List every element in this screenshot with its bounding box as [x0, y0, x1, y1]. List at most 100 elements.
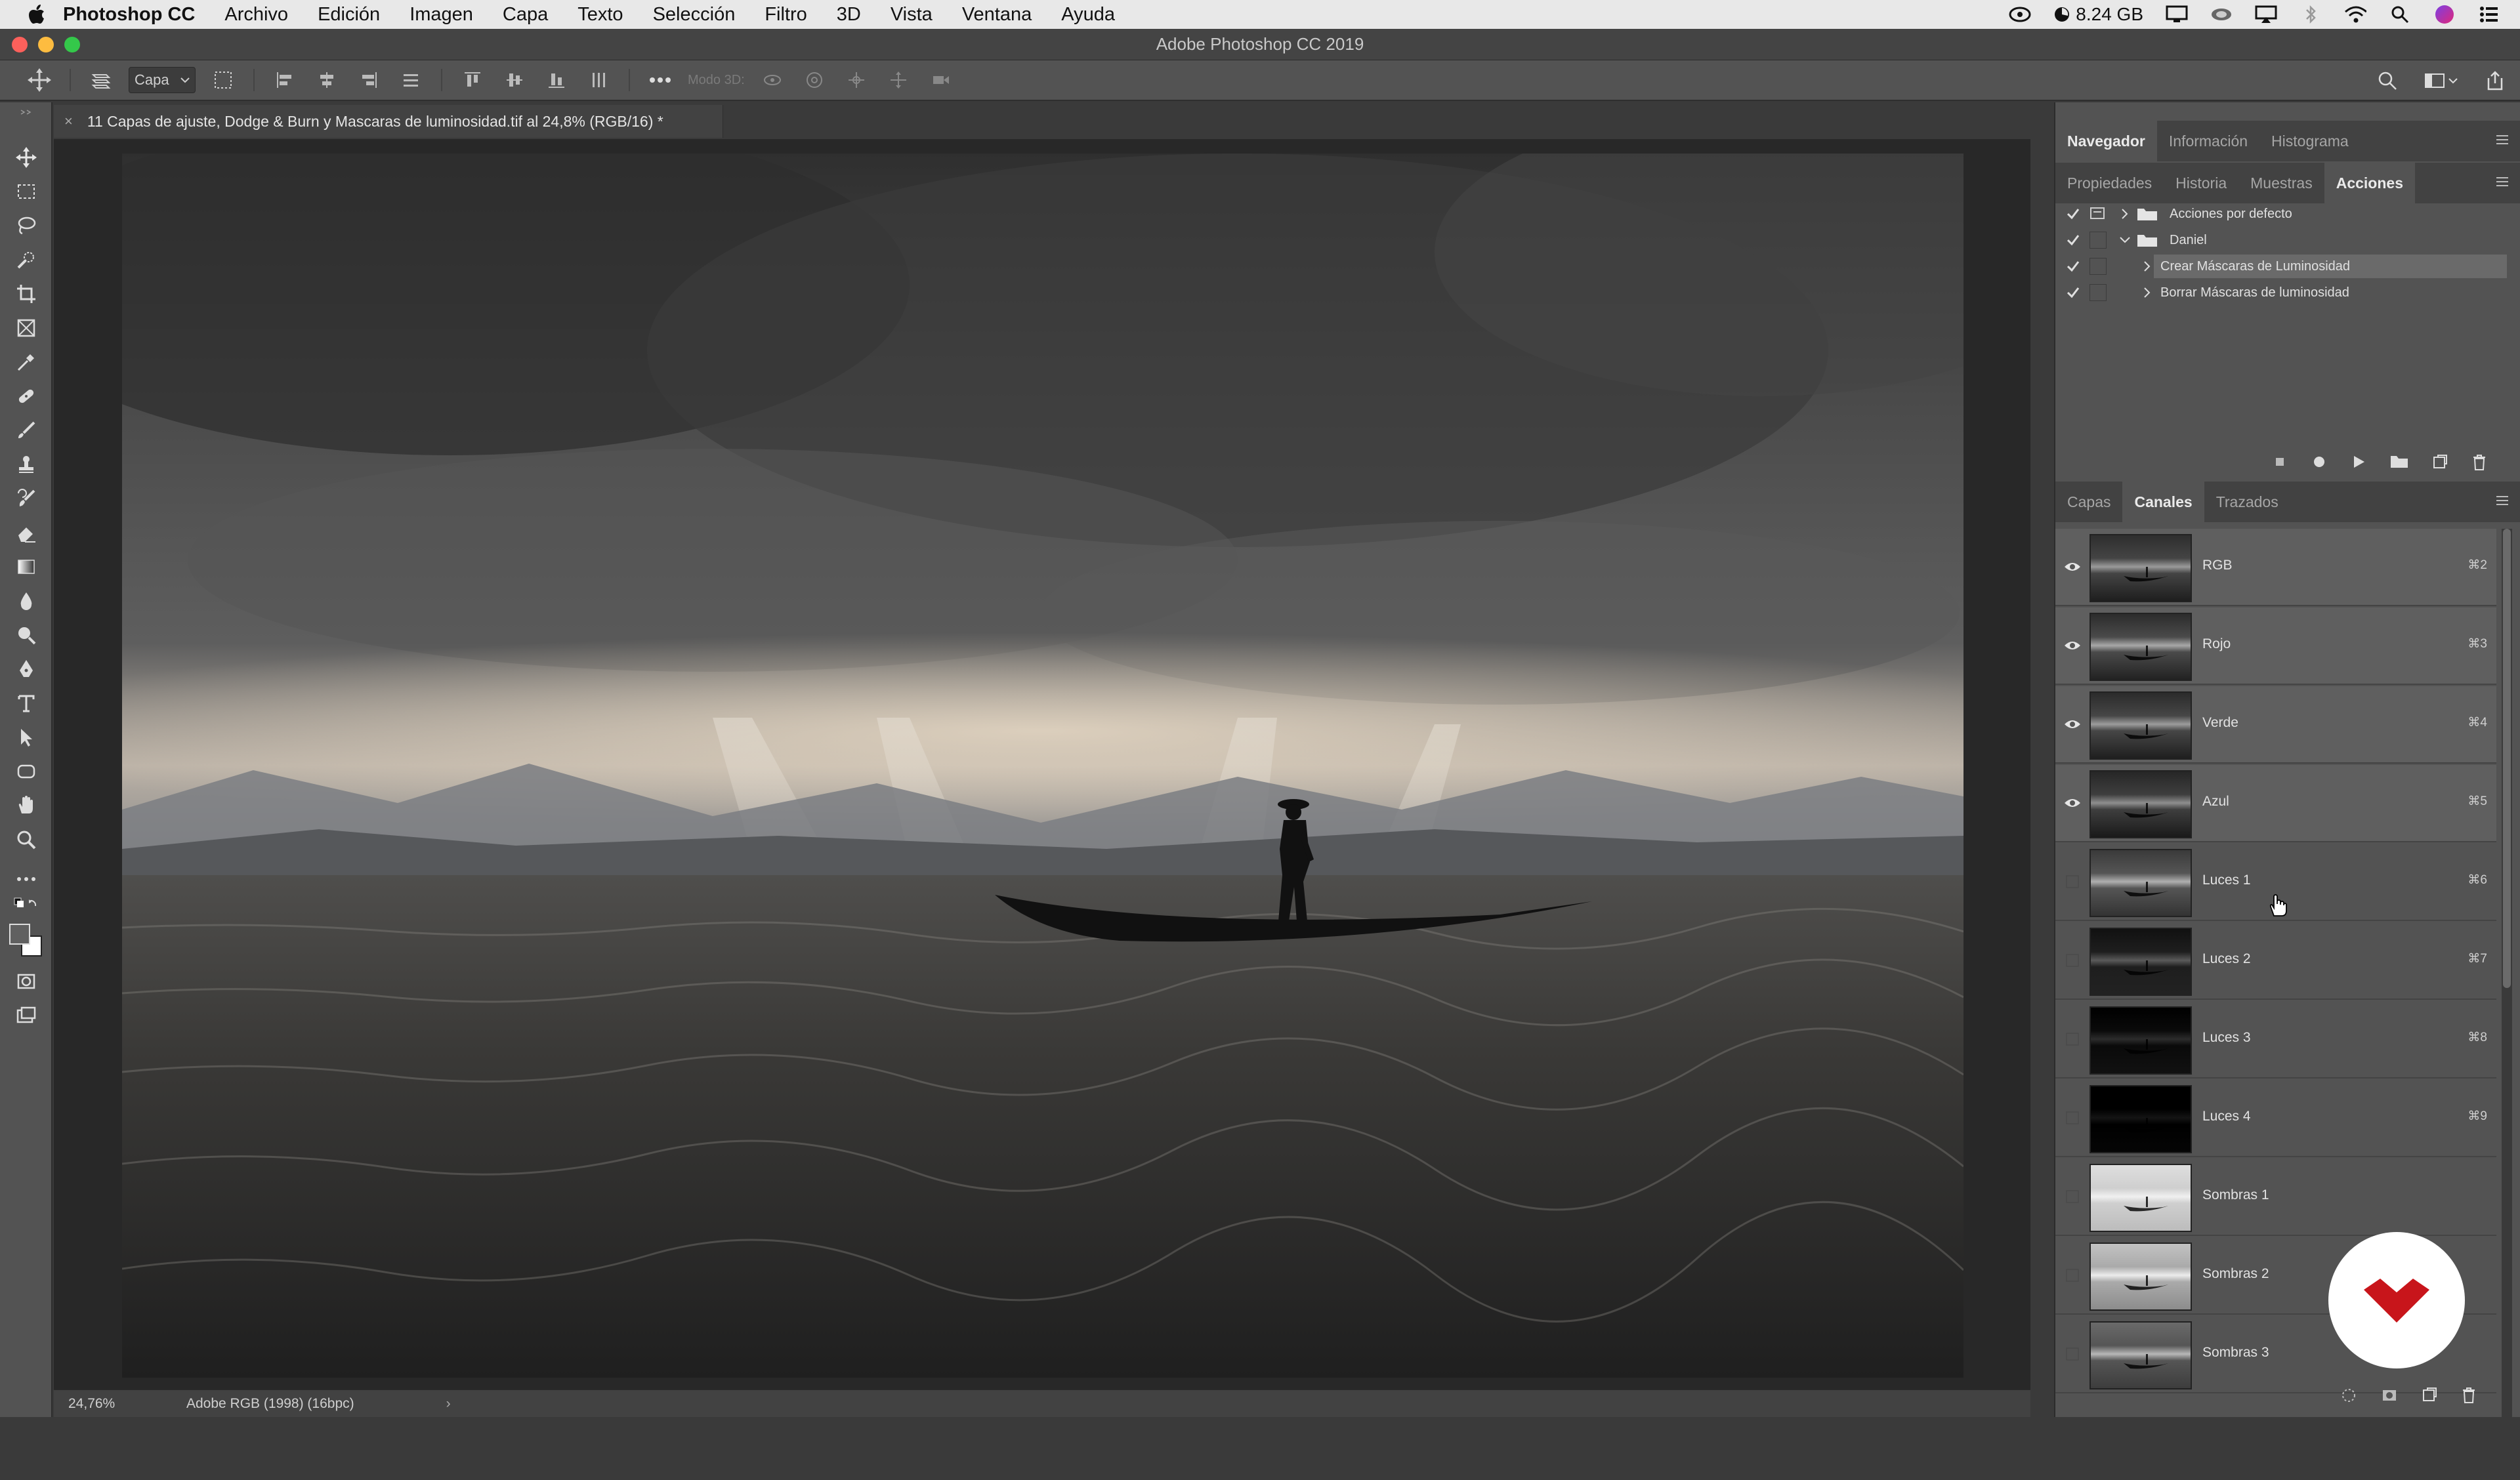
- chevron-right-icon[interactable]: [2139, 258, 2155, 274]
- distribute-horizontal-icon[interactable]: [584, 66, 613, 94]
- play-icon[interactable]: [2351, 454, 2366, 474]
- clone-stamp-tool-icon[interactable]: [12, 450, 41, 479]
- hand-tool-icon[interactable]: [12, 791, 41, 820]
- lasso-tool-icon[interactable]: [12, 211, 41, 240]
- channel-thumbnail[interactable]: [2090, 613, 2192, 681]
- new-channel-icon[interactable]: [2422, 1387, 2437, 1407]
- tab-capas[interactable]: Capas: [2055, 482, 2122, 522]
- eraser-tool-icon[interactable]: [12, 518, 41, 547]
- transform-controls-icon[interactable]: [209, 66, 238, 94]
- bluetooth-icon[interactable]: [2300, 5, 2322, 24]
- brush-tool-icon[interactable]: [12, 416, 41, 445]
- channel-thumbnail[interactable]: [2090, 770, 2192, 838]
- menu-3d[interactable]: 3D: [837, 4, 861, 26]
- chevron-right-icon[interactable]: [2117, 206, 2133, 222]
- eyedropper-tool-icon[interactable]: [12, 348, 41, 377]
- tab-navegador[interactable]: Navegador: [2055, 121, 2157, 161]
- panel-menu-icon[interactable]: [2494, 493, 2511, 509]
- screen-mode-icon[interactable]: [12, 1001, 41, 1030]
- channel-thumbnail[interactable]: [2090, 1164, 2192, 1232]
- path-selection-tool-icon[interactable]: [12, 723, 41, 752]
- healing-brush-tool-icon[interactable]: [12, 382, 41, 411]
- align-middle-icon[interactable]: [500, 66, 529, 94]
- channel-thumbnail[interactable]: [2090, 1006, 2192, 1075]
- chevron-down-icon[interactable]: [2117, 232, 2133, 248]
- channel-row-azul[interactable]: Azul ⌘5: [2055, 765, 2496, 842]
- auto-select-target-dropdown[interactable]: Capa: [129, 67, 196, 93]
- 3d-roll-icon[interactable]: [800, 66, 829, 94]
- zoom-window-button[interactable]: [64, 37, 80, 52]
- channel-row-sombras-1[interactable]: Sombras 1: [2055, 1159, 2496, 1236]
- visibility-toggle-empty[interactable]: [2063, 1109, 2082, 1127]
- channel-thumbnail[interactable]: [2090, 1243, 2192, 1311]
- 3d-pan-icon[interactable]: [842, 66, 871, 94]
- close-window-button[interactable]: [12, 37, 28, 52]
- canvas-area[interactable]: [54, 139, 2030, 1389]
- visibility-toggle-empty[interactable]: [2063, 1187, 2082, 1206]
- action-set-row[interactable]: Daniel: [2055, 227, 2520, 253]
- status-info-menu-arrow[interactable]: ›: [446, 1396, 451, 1412]
- tab-muestras[interactable]: Muestras: [2238, 163, 2324, 203]
- channel-row-rojo[interactable]: Rojo ⌘3: [2055, 607, 2496, 685]
- display-icon[interactable]: [2166, 5, 2188, 24]
- 3d-slide-icon[interactable]: [884, 66, 913, 94]
- record-icon[interactable]: [2311, 454, 2327, 474]
- align-left-icon[interactable]: [270, 66, 299, 94]
- tab-propiedades[interactable]: Propiedades: [2055, 163, 2164, 203]
- tab-informacion[interactable]: Información: [2157, 121, 2259, 161]
- new-set-folder-icon[interactable]: [2390, 454, 2408, 474]
- align-center-icon[interactable]: [312, 66, 341, 94]
- zoom-level[interactable]: 24,76%: [54, 1396, 131, 1412]
- channel-row-verde[interactable]: Verde ⌘4: [2055, 686, 2496, 764]
- default-colors-icon[interactable]: [12, 894, 41, 913]
- siri-icon[interactable]: [2433, 5, 2456, 24]
- panel-menu-icon[interactable]: [2494, 175, 2511, 190]
- menu-imagen[interactable]: Imagen: [410, 4, 473, 26]
- 3d-scale-icon[interactable]: [926, 66, 955, 94]
- action-row[interactable]: Borrar Máscaras de luminosidad: [2055, 279, 2520, 306]
- blur-tool-icon[interactable]: [12, 586, 41, 615]
- channels-scrollbar[interactable]: [2502, 529, 2512, 1480]
- vpn-icon[interactable]: [2210, 5, 2233, 24]
- visibility-toggle-empty[interactable]: [2063, 1345, 2082, 1363]
- notification-center-icon[interactable]: [2478, 5, 2500, 24]
- tab-acciones[interactable]: Acciones: [2324, 163, 2415, 203]
- auto-select-icon[interactable]: [87, 66, 116, 94]
- minimize-window-button[interactable]: [38, 37, 54, 52]
- menu-ventana[interactable]: Ventana: [962, 4, 1032, 26]
- dialog-toggle-empty[interactable]: [2090, 284, 2107, 301]
- eye-icon[interactable]: [2063, 558, 2082, 576]
- visibility-toggle-empty[interactable]: [2063, 1266, 2082, 1285]
- menu-ayuda[interactable]: Ayuda: [1061, 4, 1115, 26]
- chevron-right-icon[interactable]: [2139, 285, 2155, 300]
- marquee-tool-icon[interactable]: [12, 177, 41, 206]
- dodge-tool-icon[interactable]: [12, 621, 41, 649]
- checkmark-icon[interactable]: [2065, 232, 2082, 249]
- menu-filtro[interactable]: Filtro: [765, 4, 807, 26]
- eye-icon[interactable]: [2063, 636, 2082, 655]
- align-right-icon[interactable]: [354, 66, 383, 94]
- menu-vista[interactable]: Vista: [891, 4, 933, 26]
- channel-thumbnail[interactable]: [2090, 534, 2192, 602]
- menu-app-name[interactable]: Photoshop CC: [63, 4, 195, 26]
- apple-menu-icon[interactable]: [25, 3, 49, 26]
- visibility-toggle-empty[interactable]: [2063, 951, 2082, 970]
- channel-thumbnail[interactable]: [2090, 1321, 2192, 1389]
- search-icon[interactable]: [2373, 66, 2402, 95]
- distribute-vertical-icon[interactable]: [396, 66, 425, 94]
- menu-capa[interactable]: Capa: [503, 4, 548, 26]
- panel-menu-icon[interactable]: [2494, 133, 2511, 148]
- menu-edicion[interactable]: Edición: [318, 4, 380, 26]
- stop-icon[interactable]: [2272, 454, 2288, 474]
- dialog-toggle-empty[interactable]: [2090, 232, 2107, 249]
- new-action-icon[interactable]: [2432, 454, 2448, 474]
- channel-thumbnail[interactable]: [2090, 1085, 2192, 1153]
- channel-row-luces-3[interactable]: Luces 3 ⌘8: [2055, 1001, 2496, 1079]
- eye-icon[interactable]: [2063, 715, 2082, 733]
- history-brush-tool-icon[interactable]: [12, 484, 41, 513]
- spotlight-search-icon[interactable]: [2389, 5, 2411, 24]
- align-bottom-icon[interactable]: [542, 66, 571, 94]
- channel-row-rgb[interactable]: RGB ⌘2: [2055, 529, 2496, 606]
- gradient-tool-icon[interactable]: [12, 552, 41, 581]
- delete-channel-icon[interactable]: [2461, 1387, 2477, 1407]
